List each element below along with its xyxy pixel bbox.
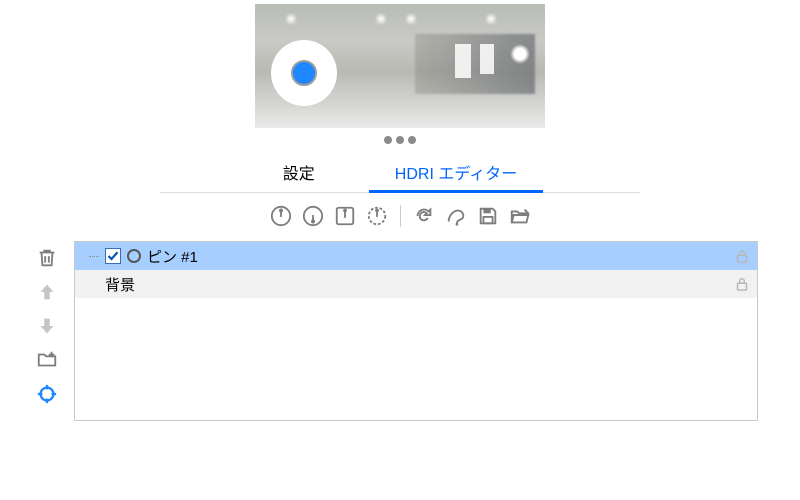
hdri-preview[interactable] [255, 4, 545, 128]
refresh-icon[interactable] [411, 203, 437, 229]
arrow-down-icon [34, 313, 60, 339]
pager-dots[interactable] [0, 128, 800, 154]
folder-open-icon[interactable] [507, 203, 533, 229]
target-icon[interactable] [34, 381, 60, 407]
layer-row[interactable]: ピン #1 [75, 242, 757, 270]
pin-rotate-icon[interactable] [364, 203, 390, 229]
pin-add-icon[interactable] [268, 203, 294, 229]
layer-list: ピン #1 背景 [74, 241, 758, 421]
tab-hdri-editor[interactable]: HDRI エディター [375, 154, 537, 192]
save-icon[interactable] [475, 203, 501, 229]
tab-settings[interactable]: 設定 [263, 154, 335, 192]
tab-bar: 設定 HDRI エディター [160, 154, 640, 193]
layer-row[interactable]: 背景 [75, 270, 757, 298]
toolbar [0, 193, 800, 241]
lock-icon[interactable] [733, 275, 751, 293]
layer-name: ピン #1 [147, 246, 733, 267]
pin-ring-icon [127, 249, 141, 263]
checkbox-icon[interactable] [105, 248, 121, 264]
add-folder-icon[interactable] [34, 347, 60, 373]
pin-remove-icon[interactable] [300, 203, 326, 229]
sidebar [30, 241, 64, 421]
trash-icon[interactable] [34, 245, 60, 271]
gradient-icon[interactable] [443, 203, 469, 229]
pin-ground-icon[interactable] [332, 203, 358, 229]
layer-name: 背景 [105, 274, 733, 295]
lock-icon[interactable] [733, 247, 751, 265]
pin-marker[interactable] [271, 40, 337, 106]
arrow-up-icon [34, 279, 60, 305]
